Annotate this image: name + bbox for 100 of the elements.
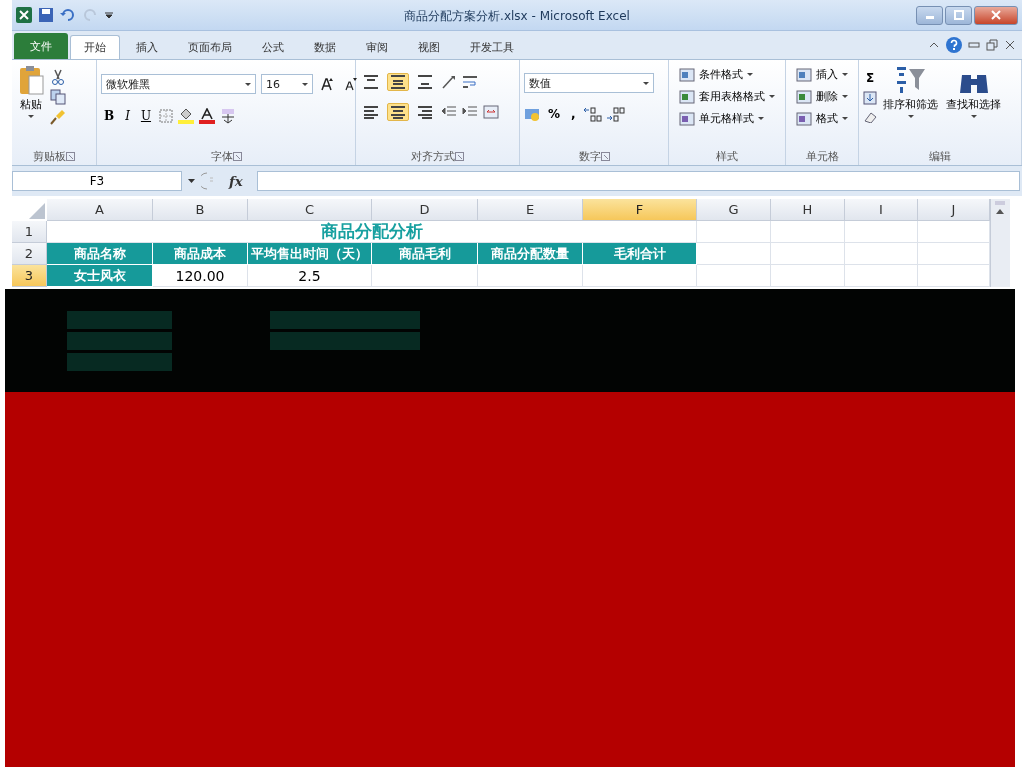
ribbon-menu-button[interactable]: 套用表格格式 (677, 86, 777, 107)
dropdown-caret-icon (28, 114, 34, 119)
column-header[interactable]: B (153, 199, 248, 221)
align-center-button[interactable] (387, 103, 409, 121)
italic-button[interactable]: I (122, 107, 133, 125)
middle-align-button[interactable] (387, 73, 409, 91)
currency-format-icon[interactable] (524, 106, 540, 122)
find-select-button[interactable]: 查找和选择 (944, 63, 1004, 147)
font-name-field[interactable]: 微软雅黑 (101, 74, 256, 94)
column-header[interactable]: J (918, 199, 990, 221)
dropdown-caret-icon (643, 80, 649, 86)
maximize-icon (953, 10, 964, 20)
number-format-field[interactable]: 数值 (524, 73, 654, 93)
font-color-icon[interactable] (199, 108, 216, 124)
group-label: 单元格 (805, 148, 839, 164)
conditional-format-icon (679, 66, 695, 83)
formula-input[interactable] (256, 171, 1020, 191)
save-icon[interactable] (38, 7, 54, 23)
underline-button[interactable]: U (137, 107, 155, 125)
row-header[interactable]: 2 (12, 243, 47, 265)
increase-decimal-icon[interactable] (583, 106, 602, 122)
column-header[interactable]: E (478, 199, 583, 221)
undo-icon[interactable] (60, 7, 76, 23)
dropdown-caret-icon (842, 72, 848, 77)
group-label: 字体 (210, 148, 233, 164)
grow-font-icon (321, 77, 334, 91)
dropdown-caret-icon (769, 94, 775, 99)
fill-color-icon[interactable] (178, 108, 195, 124)
dropdown-caret-icon (970, 114, 977, 119)
increase-indent-icon[interactable] (462, 105, 478, 119)
bold-button[interactable]: B (101, 107, 118, 125)
close-icon (991, 10, 1001, 20)
column-header[interactable]: G (697, 199, 771, 221)
ribbon-tab[interactable]: 视图 (404, 35, 454, 59)
maximize-button[interactable] (945, 5, 972, 25)
insert-function-button[interactable]: fx (221, 173, 251, 189)
dialog-launcher-icon[interactable] (600, 151, 610, 161)
delete-cells-icon (796, 88, 812, 105)
phonetic-guide-icon[interactable] (220, 108, 237, 124)
ribbon-tab[interactable]: 页面布局 (174, 35, 246, 59)
column-header[interactable]: F (583, 199, 697, 221)
dropdown-caret-icon (302, 81, 308, 87)
column-header[interactable]: H (771, 199, 845, 221)
minimize-window-icon[interactable] (968, 39, 980, 51)
dialog-launcher-icon[interactable] (455, 151, 464, 161)
dropdown-caret-icon[interactable] (188, 178, 195, 184)
percent-style-button[interactable]: % (545, 105, 564, 123)
align-right-icon (417, 105, 433, 119)
cut-icon[interactable] (50, 69, 66, 85)
ribbon-menu-button[interactable]: 单元格样式 (677, 108, 777, 129)
dialog-launcher-icon[interactable] (66, 151, 75, 161)
restore-window-icon[interactable] (986, 39, 998, 51)
format-painter-icon[interactable] (50, 109, 66, 125)
merge-center-icon[interactable] (483, 105, 499, 119)
ribbon-menu-button[interactable]: 格式 (794, 108, 850, 129)
decrease-decimal-icon[interactable] (606, 106, 625, 122)
clipboard-icon (18, 65, 44, 95)
ribbon-tab[interactable]: 文件 (14, 33, 68, 59)
cell-style-icon (679, 110, 695, 127)
excel-logo-icon[interactable] (16, 7, 32, 23)
ribbon-tab[interactable]: 开始 (70, 35, 120, 59)
font-size-field[interactable]: 16 (261, 74, 313, 94)
close-button[interactable] (974, 5, 1018, 25)
column-header[interactable]: A (47, 199, 153, 221)
sort-filter-icon (894, 65, 927, 95)
ribbon-tab[interactable]: 公式 (248, 35, 298, 59)
decrease-indent-icon[interactable] (441, 105, 457, 119)
close-workbook-icon[interactable] (1004, 39, 1016, 51)
bottom-align-icon (417, 75, 433, 89)
column-header[interactable]: C (248, 199, 372, 221)
dialog-launcher-icon[interactable] (232, 151, 242, 161)
ribbon-menu-button[interactable]: 条件格式 (677, 64, 777, 85)
group-label: 样式 (716, 148, 738, 164)
ribbon-tab[interactable]: 插入 (122, 35, 172, 59)
ribbon-tab[interactable]: 数据 (300, 35, 350, 59)
autosum-button[interactable]: Σ (863, 69, 878, 87)
help-icon[interactable] (946, 37, 962, 53)
dropdown-caret-icon (842, 94, 848, 99)
table-cell: 女士风衣 (47, 265, 153, 287)
fill-icon[interactable] (863, 91, 877, 105)
row-header[interactable]: 3 (12, 265, 47, 287)
minimize-button[interactable] (916, 5, 943, 25)
ribbon-menu-button[interactable]: 插入 (794, 64, 850, 85)
copy-icon[interactable] (50, 89, 66, 105)
ribbon-tab[interactable]: 开发工具 (456, 35, 528, 59)
paste-button[interactable]: 粘贴 (16, 63, 46, 147)
header-cell: 商品分配数量 (478, 243, 583, 265)
sort-filter-button[interactable]: 排序和筛选 (881, 63, 941, 147)
column-header[interactable]: D (372, 199, 478, 221)
customize-caret-icon[interactable] (104, 9, 114, 21)
orientation-icon[interactable] (441, 74, 457, 90)
ribbon-menu-button[interactable]: 删除 (794, 86, 850, 107)
ribbon-tab[interactable]: 审阅 (352, 35, 402, 59)
column-header[interactable]: I (845, 199, 918, 221)
middle-align-icon (390, 75, 406, 89)
divider-handle-icon (201, 172, 215, 190)
comma-style-button[interactable]: , (568, 105, 579, 123)
row-header[interactable]: 1 (12, 221, 47, 243)
wrap-text-icon[interactable] (462, 74, 478, 90)
name-box[interactable]: F3 (12, 171, 182, 191)
